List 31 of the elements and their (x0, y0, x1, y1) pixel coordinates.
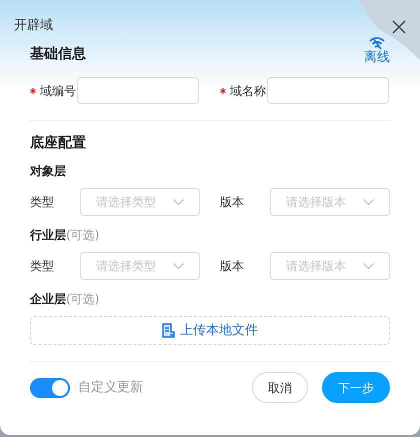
wifi-icon (369, 36, 385, 50)
toggle-switch[interactable] (30, 378, 70, 398)
chevron-down-icon (173, 199, 184, 205)
field-label: 域编号 (40, 82, 76, 100)
select-dropdown[interactable]: 请选择类型 (80, 252, 200, 280)
text-field[interactable] (267, 77, 389, 104)
chevron-down-icon (363, 263, 374, 269)
chevron-down-icon (363, 199, 374, 205)
layer-title: 行业层(可选) (30, 227, 100, 243)
section-title: 基础信息 (30, 45, 86, 63)
dialog-title: 开辟域 (14, 17, 53, 35)
close-button[interactable] (390, 18, 408, 36)
field-label: 类型 (30, 194, 55, 211)
select-dropdown[interactable]: 请选择版本 (270, 252, 390, 280)
section-title: 底座配置 (30, 134, 86, 152)
select-dropdown[interactable]: 请选择类型 (80, 188, 200, 216)
cancel-button[interactable]: 取消 (252, 372, 308, 403)
text-field[interactable] (77, 77, 199, 104)
field-label: 类型 (30, 258, 55, 275)
chevron-down-icon (173, 263, 184, 269)
toggle-label: 自定义更新 (78, 378, 143, 397)
field-label: 版本 (220, 258, 245, 275)
field-label: 版本 (220, 194, 245, 211)
layer-title: 企业层(可选) (30, 291, 100, 307)
next-button[interactable]: 下一步 (322, 372, 390, 403)
upload-button[interactable]: 上传本地文件 (30, 316, 390, 345)
layer-title: 对象层 (30, 163, 67, 179)
field-label: 域名称 (230, 82, 266, 100)
file-icon (162, 323, 176, 338)
status-label: 离线 (364, 50, 390, 66)
select-dropdown[interactable]: 请选择版本 (270, 188, 390, 216)
